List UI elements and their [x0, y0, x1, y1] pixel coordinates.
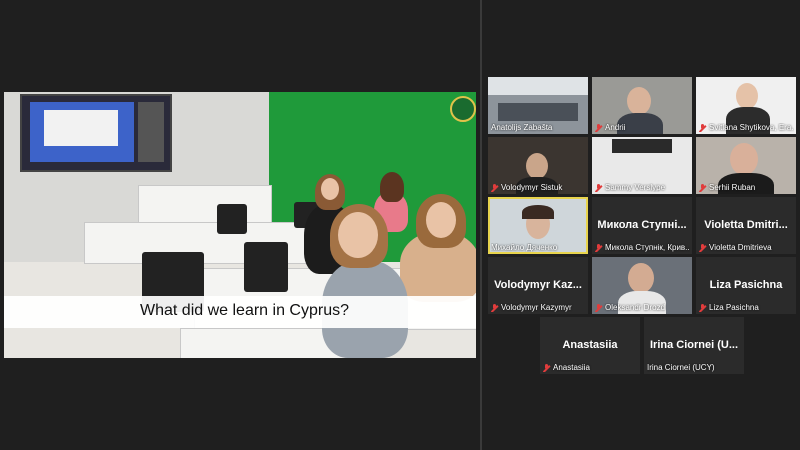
participant-display-name: Volodymyr Kaz...: [494, 279, 582, 291]
participant-name: Irina Ciornei (UCY): [647, 363, 715, 372]
participant-tile[interactable]: Sammy Verslype: [592, 137, 692, 194]
participant-name: Andrii: [605, 123, 626, 132]
mic-muted-icon: [699, 303, 706, 312]
slide-caption: What did we learn in Cyprus?: [140, 302, 349, 319]
video-feed: [498, 103, 578, 121]
participant-tile[interactable]: Liza Pasichna Liza Pasichna: [696, 257, 796, 314]
participant-name: Михайло Дяченко: [491, 243, 558, 252]
pane-divider[interactable]: [480, 0, 482, 450]
participant-tile[interactable]: Volodymyr Sistuk: [488, 137, 588, 194]
participant-name: Oleksandr Drozd: [605, 303, 666, 312]
participant-display-name: Anastasiia: [562, 339, 618, 351]
participant-face: [628, 263, 654, 293]
participant-display-name: Liza Pasichna: [709, 279, 783, 291]
participant-tile[interactable]: Irina Ciornei (U... Irina Ciornei (UCY): [644, 317, 744, 374]
mic-muted-icon: [543, 363, 550, 372]
participant-tile[interactable]: Volodymyr Kaz... Volodymyr Kazymyr: [488, 257, 588, 314]
mic-muted-icon: [699, 123, 706, 132]
participant-name: Svitlana Shytikova, Era...: [709, 123, 794, 132]
mic-muted-icon: [699, 183, 706, 192]
participant-tile-active-speaker[interactable]: Михайло Дяченко: [488, 197, 588, 254]
participant-hair: [522, 205, 554, 219]
mic-muted-icon: [595, 243, 602, 252]
chair: [244, 242, 288, 292]
mic-muted-icon: [595, 123, 602, 132]
participant-name: Anastasiia: [553, 363, 590, 372]
mic-muted-icon: [491, 303, 498, 312]
participant-name: Sammy Verslype: [605, 183, 666, 192]
participant-name: Liza Pasichna: [709, 303, 759, 312]
projector-screen: [20, 94, 172, 172]
participant-face: [736, 83, 758, 109]
mic-muted-icon: [595, 183, 602, 192]
participant-tile[interactable]: Микола Ступні... Микола Ступнік, Крив...: [592, 197, 692, 254]
student-face: [338, 212, 378, 258]
projected-thumbnails: [138, 102, 164, 162]
mic-muted-icon: [699, 243, 706, 252]
student-hair: [380, 172, 404, 202]
participant-name: Serhii Ruban: [709, 183, 756, 192]
chair: [217, 204, 247, 234]
participant-tile[interactable]: Anastasiia Anastasiia: [540, 317, 640, 374]
participant-tile[interactable]: Andrii: [592, 77, 692, 134]
participant-face: [730, 143, 758, 175]
university-logo: [450, 96, 476, 122]
participant-tile[interactable]: Serhii Ruban: [696, 137, 796, 194]
participant-face: [627, 87, 651, 115]
video-feed: [488, 77, 588, 95]
mic-muted-icon: [595, 303, 602, 312]
participant-name: Volodymyr Sistuk: [501, 183, 563, 192]
shared-screen: What did we learn in Cyprus?: [4, 92, 476, 358]
participant-tile[interactable]: Anatolijs Zabašta: [488, 77, 588, 134]
student-face: [321, 178, 339, 200]
participant-display-name: Irina Ciornei (U...: [649, 339, 738, 351]
participant-tile[interactable]: Violetta Dmitri... Violetta Dmitrieva: [696, 197, 796, 254]
projected-slide: [44, 110, 118, 146]
participant-display-name: Violetta Dmitri...: [704, 219, 788, 231]
participant-face: [526, 153, 548, 179]
mic-muted-icon: [491, 183, 498, 192]
participant-tile[interactable]: Svitlana Shytikova, Era...: [696, 77, 796, 134]
participant-name: Volodymyr Kazymyr: [501, 303, 572, 312]
slide-caption-bar: What did we learn in Cyprus?: [4, 296, 476, 328]
participant-name: Микола Ступнік, Крив...: [605, 243, 690, 252]
participant-name: Violetta Dmitrieva: [709, 243, 772, 252]
participant-display-name: Микола Ступні...: [597, 219, 687, 231]
video-feed: [612, 139, 672, 153]
student-face: [426, 202, 456, 238]
participant-tile[interactable]: Oleksandr Drozd: [592, 257, 692, 314]
participant-name: Anatolijs Zabašta: [491, 123, 553, 132]
